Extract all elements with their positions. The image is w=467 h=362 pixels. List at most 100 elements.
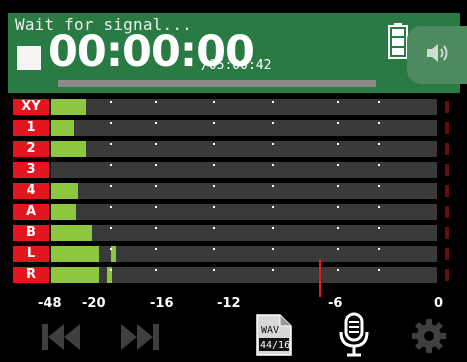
meter-fill <box>51 183 78 199</box>
scale-label: -48 <box>38 296 62 311</box>
channel-label[interactable]: 2 <box>13 141 49 157</box>
meter-tick <box>378 164 380 166</box>
scale-label: 0 <box>434 296 444 311</box>
meter-tick <box>155 269 157 271</box>
microphone-icon[interactable] <box>337 312 371 362</box>
meter-tick <box>213 269 215 271</box>
clip-indicator <box>445 185 449 197</box>
meter-tick <box>155 101 157 103</box>
meter-fill <box>51 267 99 283</box>
meter-track <box>51 225 437 241</box>
meter-tick <box>155 122 157 124</box>
meter-tick <box>110 101 112 103</box>
meter-row: B <box>13 225 453 241</box>
channel-label[interactable]: R <box>13 267 49 283</box>
meter-tick <box>155 248 157 250</box>
file-format-icon[interactable]: WAV 44/16 <box>256 314 292 360</box>
channel-label[interactable]: 4 <box>13 183 49 199</box>
meter-track <box>51 204 437 220</box>
meter-fill <box>51 204 76 220</box>
meter-tick <box>337 185 339 187</box>
meter-fill <box>51 99 86 115</box>
meter-tick <box>378 143 380 145</box>
scale-label: -12 <box>217 296 241 311</box>
meter-row: A <box>13 204 453 220</box>
screen: Wait for signal... 00:00:00 /05:00:42 XY… <box>0 0 467 360</box>
channel-label[interactable]: 3 <box>13 162 49 178</box>
stop-icon[interactable] <box>17 46 41 70</box>
meter-tick <box>213 227 215 229</box>
clip-indicator <box>445 227 449 239</box>
scale-label: -6 <box>328 296 343 311</box>
status-header: Wait for signal... 00:00:00 /05:00:42 <box>8 13 467 93</box>
meter-tick <box>272 143 274 145</box>
meter-track <box>51 183 437 199</box>
meter-tick <box>337 143 339 145</box>
meter-tick <box>272 101 274 103</box>
meter-row: L <box>13 246 453 262</box>
meter-tick <box>110 164 112 166</box>
file-format-line1: WAV <box>261 325 279 336</box>
meter-tick <box>337 206 339 208</box>
meter-tick <box>272 185 274 187</box>
meter-tick <box>155 185 157 187</box>
speaker-icon <box>427 44 448 62</box>
scale-label: -16 <box>150 296 174 311</box>
meter-tick <box>337 269 339 271</box>
meter-tick <box>110 122 112 124</box>
meter-tick <box>337 122 339 124</box>
meter-tick <box>272 122 274 124</box>
speaker-button[interactable] <box>407 26 467 84</box>
meter-tick <box>378 227 380 229</box>
clip-indicator <box>445 164 449 176</box>
meter-tick <box>378 269 380 271</box>
meter-row: 3 <box>13 162 453 178</box>
skip-back-icon[interactable] <box>42 322 80 356</box>
meter-tick <box>213 101 215 103</box>
remaining-time: /05:00:42 <box>201 58 272 73</box>
meter-tick <box>155 143 157 145</box>
battery-full-icon <box>388 23 408 59</box>
meter-tick <box>213 185 215 187</box>
meter-row: 4 <box>13 183 453 199</box>
channel-label[interactable]: 1 <box>13 120 49 136</box>
meter-track <box>51 246 437 262</box>
meter-tick <box>378 122 380 124</box>
meter-tick <box>155 206 157 208</box>
scale-label: -20 <box>82 296 106 311</box>
meter-tick <box>110 227 112 229</box>
channel-label[interactable]: A <box>13 204 49 220</box>
meter-row: R <box>13 267 453 283</box>
meter-tick <box>272 248 274 250</box>
progress-bar <box>58 80 376 87</box>
meter-tick <box>272 227 274 229</box>
meter-tick <box>272 269 274 271</box>
meter-row: XY <box>13 99 453 115</box>
meter-tick <box>110 185 112 187</box>
meter-tick <box>213 248 215 250</box>
file-format-line2: 44/16 <box>260 340 290 351</box>
meter-tick <box>110 206 112 208</box>
meter-tick <box>110 248 112 250</box>
meter-tick <box>378 206 380 208</box>
skip-forward-icon[interactable] <box>121 322 159 356</box>
channel-label[interactable]: L <box>13 246 49 262</box>
meter-tick <box>213 122 215 124</box>
channel-label[interactable]: XY <box>13 99 49 115</box>
meter-tick <box>378 101 380 103</box>
meter-tick <box>337 101 339 103</box>
meter-tick <box>272 164 274 166</box>
meter-fill <box>51 141 86 157</box>
meter-track <box>51 141 437 157</box>
clip-indicator <box>445 143 449 155</box>
bottom-toolbar: WAV 44/16 <box>0 312 467 360</box>
clip-indicator <box>445 122 449 134</box>
gear-icon[interactable] <box>412 319 446 357</box>
meter-tick <box>213 206 215 208</box>
channel-label[interactable]: B <box>13 225 49 241</box>
meter-fill <box>51 246 99 262</box>
meter-fill <box>51 120 74 136</box>
meter-tick <box>272 206 274 208</box>
meter-track <box>51 162 437 178</box>
meter-tick <box>110 269 112 271</box>
